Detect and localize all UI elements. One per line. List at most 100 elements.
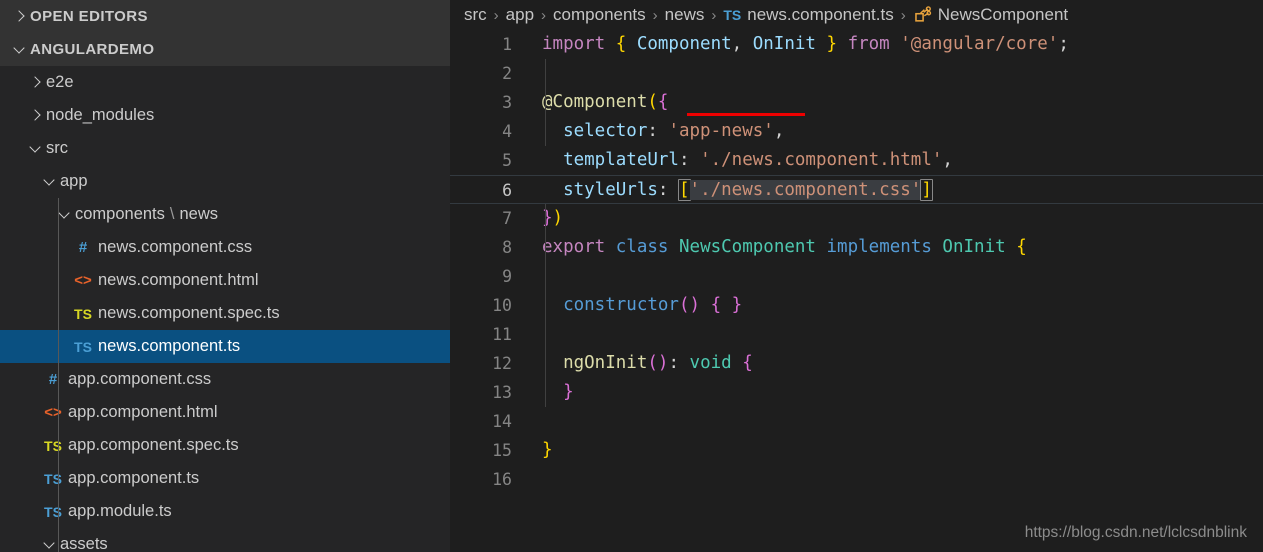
tree-item-app-component-html[interactable]: <> app.component.html bbox=[0, 396, 450, 429]
code-line: 1 import { Component, OnInit } from '@an… bbox=[450, 30, 1263, 59]
tree-item-node-modules[interactable]: node_modules bbox=[0, 99, 450, 132]
line-number: 1 bbox=[502, 35, 512, 54]
tree-item-label: components bbox=[75, 205, 165, 223]
breadcrumb-item-app[interactable]: app bbox=[506, 5, 534, 25]
tree-item-label: app.component.html bbox=[68, 403, 218, 421]
breadcrumb-item-news[interactable]: news bbox=[665, 5, 705, 25]
tree-item-e2e[interactable]: e2e bbox=[0, 66, 450, 99]
tree-item-app-component-spec-ts[interactable]: TS app.component.spec.ts bbox=[0, 429, 450, 462]
tree-item-components-news[interactable]: components \ news bbox=[0, 198, 450, 231]
chevron-down-icon[interactable] bbox=[8, 44, 30, 55]
line-content: } bbox=[563, 382, 574, 402]
tree-item-app-component-css[interactable]: # app.component.css bbox=[0, 363, 450, 396]
line-content: export class NewsComponent implements On… bbox=[542, 237, 1027, 257]
breadcrumb-item-file[interactable]: news.component.ts bbox=[747, 5, 893, 25]
code-line: 14 bbox=[450, 407, 1263, 436]
html-file-icon: <> bbox=[74, 272, 92, 289]
code-line: 3 @Component({ bbox=[450, 88, 1263, 117]
line-number: 9 bbox=[502, 267, 512, 286]
tree-item-label: src bbox=[46, 139, 68, 157]
ts-file-icon: TS bbox=[44, 470, 62, 487]
code-line-current: 6 styleUrls: ['./news.component.css'] bbox=[450, 175, 1263, 204]
tree-item-path-separator: \ bbox=[169, 205, 175, 223]
code-line: 2 bbox=[450, 59, 1263, 88]
tree-item-sublabel: news bbox=[179, 205, 219, 223]
tree-item-app-module-ts[interactable]: TS app.module.ts bbox=[0, 495, 450, 528]
line-content: templateUrl: './news.component.html', bbox=[563, 150, 953, 170]
line-number: 6 bbox=[502, 181, 512, 200]
line-number: 3 bbox=[502, 93, 512, 112]
html-file-icon: <> bbox=[44, 404, 62, 421]
tree-item-label: news.component.html bbox=[98, 271, 259, 289]
chevron-down-icon[interactable] bbox=[26, 143, 44, 154]
line-content: @Component({ bbox=[542, 92, 669, 112]
chevron-down-icon[interactable] bbox=[40, 539, 58, 550]
tree-item-news-component-spec-ts[interactable]: TS news.component.spec.ts bbox=[0, 297, 450, 330]
chevron-right-icon[interactable] bbox=[26, 110, 44, 121]
tree-item-src[interactable]: src bbox=[0, 132, 450, 165]
breadcrumb-separator-icon: › bbox=[900, 6, 906, 24]
editor-pane: src › app › components › news › TS news.… bbox=[450, 0, 1263, 552]
code-line: 16 bbox=[450, 465, 1263, 494]
breadcrumb: src › app › components › news › TS news.… bbox=[450, 0, 1263, 30]
line-content: }) bbox=[542, 208, 564, 228]
line-number: 11 bbox=[492, 325, 512, 344]
tree-item-label: app.component.ts bbox=[68, 469, 200, 487]
ts-file-icon: TS bbox=[74, 338, 92, 355]
tree-item-label: e2e bbox=[46, 73, 74, 91]
chevron-down-icon[interactable] bbox=[40, 176, 58, 187]
tree-item-app-component-ts[interactable]: TS app.component.ts bbox=[0, 462, 450, 495]
css-file-icon: # bbox=[48, 371, 58, 388]
tree-item-news-component-css[interactable]: # news.component.css bbox=[0, 231, 450, 264]
line-content: import { Component, OnInit } from '@angu… bbox=[542, 34, 1069, 54]
code-line: 10 constructor() { } bbox=[450, 291, 1263, 320]
line-number: 7 bbox=[502, 209, 512, 228]
tree-item-label: app bbox=[60, 172, 88, 190]
vscode-window: OPEN EDITORS ANGULARDEMO e2e node_module… bbox=[0, 0, 1263, 552]
ts-spec-file-icon: TS bbox=[74, 305, 92, 322]
section-open-editors[interactable]: OPEN EDITORS bbox=[0, 0, 450, 33]
tree-item-app[interactable]: app bbox=[0, 165, 450, 198]
line-number: 13 bbox=[492, 383, 512, 402]
line-content: styleUrls: ['./news.component.css'] bbox=[563, 179, 933, 201]
line-content: constructor() { } bbox=[563, 295, 743, 315]
chevron-down-icon[interactable] bbox=[55, 209, 73, 220]
chevron-right-icon[interactable] bbox=[26, 77, 44, 88]
line-number: 5 bbox=[502, 151, 512, 170]
selected-text: './news.component.css' bbox=[689, 180, 922, 200]
tree-item-assets[interactable]: assets bbox=[0, 528, 450, 552]
tree-item-label: app.component.spec.ts bbox=[68, 436, 239, 454]
tree-item-news-component-html[interactable]: <> news.component.html bbox=[0, 264, 450, 297]
line-number: 16 bbox=[492, 470, 512, 489]
code-line: 11 bbox=[450, 320, 1263, 349]
code-line: 9 bbox=[450, 262, 1263, 291]
ts-file-icon: TS bbox=[723, 7, 742, 23]
code-line: 4 selector: 'app-news', bbox=[450, 117, 1263, 146]
chevron-right-icon[interactable] bbox=[8, 11, 30, 22]
breadcrumb-separator-icon: › bbox=[652, 6, 658, 24]
code-line: 15 } bbox=[450, 436, 1263, 465]
bracket-match-open: [ bbox=[677, 179, 691, 201]
section-open-editors-label: OPEN EDITORS bbox=[30, 8, 148, 25]
breadcrumb-item-src[interactable]: src bbox=[464, 5, 487, 25]
line-number: 8 bbox=[502, 238, 512, 257]
file-tree: e2e node_modules src app components \ news bbox=[0, 66, 450, 552]
ts-spec-file-icon: TS bbox=[44, 437, 62, 454]
section-angulardemo[interactable]: ANGULARDEMO bbox=[0, 33, 450, 66]
watermark-text: https://blog.csdn.net/lclcsdnblink bbox=[1024, 524, 1247, 541]
breadcrumb-item-components[interactable]: components bbox=[553, 5, 646, 25]
code-line: 8 export class NewsComponent implements … bbox=[450, 233, 1263, 262]
line-number: 4 bbox=[502, 122, 512, 141]
line-number: 14 bbox=[492, 412, 512, 431]
css-file-icon: # bbox=[78, 239, 88, 256]
tree-item-label: news.component.ts bbox=[98, 337, 241, 355]
code-editor[interactable]: 1 import { Component, OnInit } from '@an… bbox=[450, 30, 1263, 494]
breadcrumb-separator-icon: › bbox=[493, 6, 499, 24]
line-content: ngOnInit(): void { bbox=[563, 353, 753, 373]
tree-item-label: app.component.css bbox=[68, 370, 212, 388]
bracket-match-close: ] bbox=[920, 179, 933, 201]
tree-item-label: news.component.spec.ts bbox=[98, 304, 280, 322]
tree-item-news-component-ts[interactable]: TS news.component.ts bbox=[0, 330, 450, 363]
tree-item-label: app.module.ts bbox=[68, 502, 172, 520]
breadcrumb-item-symbol[interactable]: NewsComponent bbox=[938, 5, 1068, 25]
